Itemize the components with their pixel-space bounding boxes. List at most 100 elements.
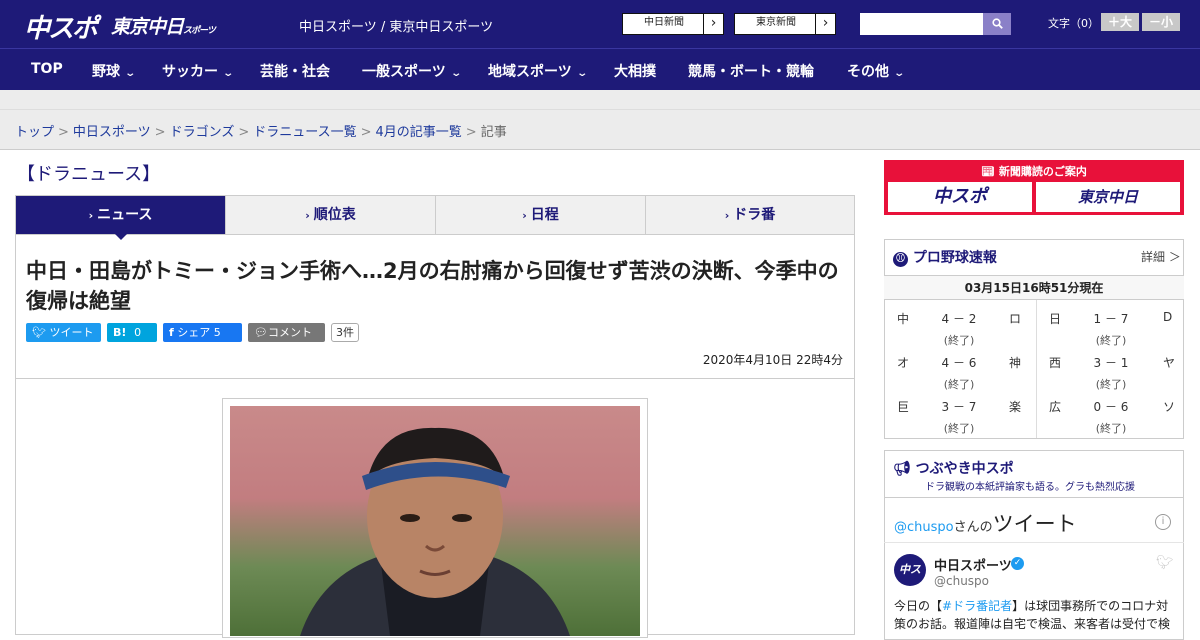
tab-standings[interactable]: › 順位表 — [226, 196, 436, 234]
hatena-icon: B! — [113, 326, 127, 339]
scores-column-divider — [1036, 300, 1037, 438]
subscription-title-text: 新聞購読のご案内 — [998, 165, 1087, 178]
font-larger-button[interactable]: ＋大 — [1101, 13, 1139, 31]
article-date: 2020年4月10日 22時4分 — [702, 353, 843, 367]
avatar[interactable]: 中スポ — [894, 554, 926, 608]
game-status: (終了) — [943, 422, 975, 435]
game-score: 3 － 7 — [941, 400, 977, 414]
breadcrumb-separator: > — [360, 125, 372, 140]
player-photo-illustration — [300, 427, 570, 636]
nav-item-top[interactable]: TOP — [31, 61, 63, 77]
article-headline: 中日・田島がトミー・ジョン手術へ…2月の右肘痛から回復せず苦渋の決断、今季中の復… — [26, 259, 839, 313]
twitter-section-subtitle: ドラ観戦の本紙評論家も語る。グラも熱烈応援 — [925, 482, 1135, 493]
hatena-bookmark-button[interactable]: B! 0 — [107, 323, 157, 342]
scores-detail-link[interactable]: 詳細 ＞ — [1141, 248, 1181, 265]
subscription-title: 📰︎ 新聞購読のご案内 — [884, 163, 1184, 179]
breadcrumb-link[interactable]: 4月の記事一覧 — [376, 125, 462, 140]
home-team: 西 — [1049, 356, 1062, 370]
verified-badge-icon: ✓ — [1011, 557, 1024, 570]
facebook-share-count: 5 — [213, 326, 221, 339]
away-team: 神 — [1009, 356, 1022, 370]
scores-title-text: プロ野球速報 — [912, 250, 997, 266]
chevron-down-icon: ⌄ — [893, 68, 906, 79]
chevron-right-icon: › — [305, 209, 310, 222]
breadcrumb-link[interactable]: ドラゴンズ — [170, 125, 235, 140]
home-team: 巨 — [897, 400, 910, 414]
breadcrumb-link[interactable]: 中日スポーツ — [73, 125, 151, 140]
scores-title: ⚾︎ プロ野球速報 — [893, 247, 997, 267]
comment-label: コメント — [267, 326, 312, 339]
tweet-author-handle[interactable]: @chuspo — [934, 574, 989, 588]
tab-schedule[interactable]: › 日程 — [436, 196, 646, 234]
chuspo-logo[interactable]: 中スポ — [24, 8, 98, 45]
nav-item-label: サッカー — [162, 64, 218, 80]
game-score: 1 － 7 — [1093, 312, 1129, 326]
font-smaller-button[interactable]: －小 — [1142, 13, 1180, 31]
nav-item-general-sports[interactable]: 一般スポーツ ⌄ — [362, 61, 462, 81]
home-team: 中 — [897, 312, 910, 326]
nav-item-entertainment[interactable]: 芸能・社会 — [260, 61, 330, 81]
divider — [884, 542, 1184, 543]
game-status: (終了) — [1095, 422, 1127, 435]
chevron-right-icon: › — [724, 209, 730, 222]
nav-item-local-sports[interactable]: 地域スポーツ ⌄ — [488, 61, 588, 81]
nav-item-label: 地域スポーツ — [488, 64, 572, 80]
breadcrumb: トップ > 中日スポーツ > ドラゴンズ > ドラニュース一覧 >4月の記事一覧 > 記事 — [15, 121, 507, 140]
nav-item-racing[interactable]: 競馬・ボート・競輪 — [688, 61, 814, 81]
tweet-label: ツイート — [49, 326, 94, 339]
twitter-bird-icon[interactable]: 🐦︎ — [1156, 555, 1174, 571]
twitter-section-title: 📢︎ つぶやき中スポ — [893, 458, 1014, 478]
away-team: 楽 — [1009, 400, 1022, 414]
hatena-count: 0 — [134, 326, 142, 339]
chevron-right-icon: › — [88, 209, 94, 222]
breadcrumb-current: 記事 — [480, 125, 507, 140]
tab-label: ドラ番 — [733, 207, 776, 223]
subscription-banner[interactable]: 📰︎ 新聞購読のご案内 中スポ 東京中日 — [884, 160, 1184, 215]
away-team: ロ — [1009, 312, 1022, 326]
comment-button[interactable]: 💬︎コメント — [248, 323, 325, 342]
subscription-logo-chuspo: 中スポ — [888, 182, 1032, 212]
nav-item-label: その他 — [847, 64, 889, 80]
twitter-widget-title: @chuspoさんのツイート — [894, 508, 1077, 538]
game-status: (終了) — [943, 334, 975, 347]
breadcrumb-link[interactable]: トップ — [15, 125, 54, 140]
tab-beat-reporter[interactable]: › ドラ番 — [646, 196, 854, 234]
search-input[interactable] — [860, 13, 983, 35]
tokyo-chunichi-logo-text: 東京中日 — [111, 16, 184, 38]
spacer-band — [0, 90, 1200, 110]
chevron-down-icon: ⌄ — [576, 68, 588, 79]
breadcrumb-link[interactable]: ドラニュース一覧 — [253, 125, 356, 140]
tweet-button[interactable]: 🐦︎ ツイート — [26, 323, 101, 342]
chunichi-shimbun-link[interactable]: 中日新聞 › — [622, 13, 724, 35]
tweet-author-name[interactable]: 中日スポーツ — [934, 555, 1012, 574]
nav-item-other[interactable]: その他 ⌄ — [847, 61, 906, 81]
nav-item-baseball[interactable]: 野球 ⌄ — [92, 61, 137, 81]
hashtag-link[interactable]: #ドラ番記者 — [942, 599, 1012, 613]
info-icon[interactable]: i — [1155, 514, 1171, 530]
away-team: ヤ — [1163, 356, 1176, 370]
home-team: 広 — [1049, 400, 1062, 414]
search-button[interactable] — [983, 13, 1011, 35]
article-photo[interactable] — [230, 406, 640, 636]
nav-item-sumo[interactable]: 大相撲 — [614, 61, 656, 81]
game-status: (終了) — [1095, 334, 1127, 347]
nav-item-label: 一般スポーツ — [362, 64, 446, 80]
sister-site-label: 中日新聞 — [644, 17, 684, 28]
facebook-share-button[interactable]: f シェア 5 — [163, 323, 242, 342]
nav-item-soccer[interactable]: サッカー ⌄ — [162, 61, 234, 81]
game-score: 3 － 1 — [1093, 356, 1129, 370]
twitter-widget-title-text: ツイート — [992, 512, 1077, 536]
chevron-down-icon: ⌄ — [124, 68, 137, 79]
site-links[interactable]: 中日スポーツ / 東京中日スポーツ — [299, 16, 493, 35]
tweet-text: 今日の【#ドラ番記者】は球団事務所でのコロナ対策のお話。報道陣は自宅で検温、来客… — [894, 597, 1176, 633]
breadcrumb-separator: > — [58, 125, 69, 140]
top-header: 中スポ 東京中日スポーツ 中日スポーツ / 東京中日スポーツ 中日新聞 › 東京… — [0, 0, 1200, 48]
tokyo-shimbun-link[interactable]: 東京新聞 › — [734, 13, 836, 35]
nav-item-label: 芸能・社会 — [260, 64, 330, 80]
speech-bubble-icon: 💬︎ — [254, 326, 268, 339]
tokyo-chunichi-logo[interactable]: 東京中日スポーツ — [111, 12, 216, 39]
tab-news[interactable]: › ニュース — [16, 196, 226, 234]
game-status: (終了) — [1095, 378, 1127, 391]
twitter-account-link[interactable]: @chuspo — [894, 520, 954, 535]
search-icon — [991, 18, 1003, 29]
